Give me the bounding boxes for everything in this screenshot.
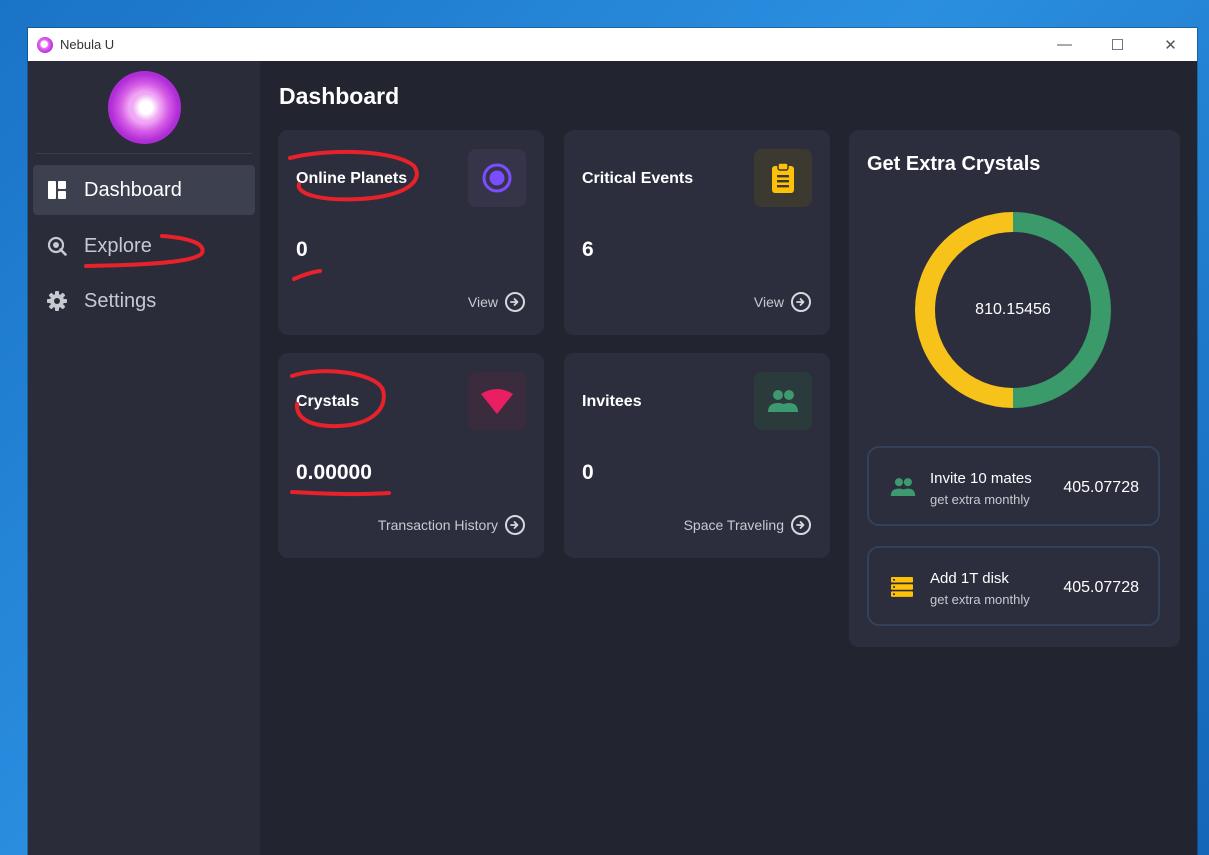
minimize-button[interactable]: — — [1038, 28, 1091, 61]
card-online-planets: Online Planets 0 View — [278, 130, 544, 335]
group-icon — [890, 476, 916, 502]
panel-title: Get Extra Crystals — [867, 153, 1041, 175]
sidebar-item-label: Explore — [84, 234, 152, 257]
link-label: View — [753, 294, 784, 310]
card-critical-events: Critical Events 6 View — [564, 130, 830, 335]
maximize-icon: ☐ — [1110, 36, 1125, 54]
card-value: 6 — [582, 238, 594, 261]
offer-title: Add 1T disk — [930, 570, 1009, 587]
transaction-history-link[interactable]: Transaction History — [378, 515, 525, 535]
card-title: Crystals — [296, 393, 360, 410]
offer-subtitle: get extra monthly — [930, 592, 1030, 607]
close-button[interactable]: ✕ — [1144, 28, 1197, 61]
app-window: Nebula U — ☐ ✕ Dashboard Explore Setting… — [28, 28, 1197, 855]
explore-icon — [47, 236, 67, 256]
sidebar-item-settings[interactable]: Settings — [33, 276, 255, 326]
space-traveling-link[interactable]: Space Traveling — [684, 515, 811, 535]
sidebar-item-dashboard[interactable]: Dashboard — [33, 165, 255, 215]
storage-icon — [890, 576, 916, 602]
view-link[interactable]: View — [754, 292, 811, 312]
card-value: 0 — [582, 461, 594, 484]
card-crystals: Crystals 0.00000 Transaction History — [278, 353, 544, 558]
sidebar-divider — [36, 153, 252, 154]
card-value: 0.00000 — [296, 461, 372, 484]
arrow-right-circle-icon — [505, 515, 525, 535]
arrow-right-circle-icon — [505, 292, 525, 312]
view-link[interactable]: View — [468, 292, 525, 312]
card-value: 0 — [296, 238, 308, 261]
group-icon — [754, 372, 812, 430]
wifi-wedge-icon — [468, 372, 526, 430]
link-label: Space Traveling — [683, 517, 784, 533]
extra-crystals-panel: Get Extra Crystals 810.15456 Invite 10 m… — [849, 130, 1180, 647]
dashboard-icon — [47, 180, 67, 200]
app-logo-icon — [37, 36, 53, 53]
minimize-icon: — — [1057, 36, 1072, 53]
sidebar-item-label: Settings — [84, 289, 157, 312]
arrow-right-circle-icon — [791, 515, 811, 535]
sidebar: Dashboard Explore Settings — [28, 61, 260, 855]
offer-add-disk[interactable]: Add 1T disk get extra monthly 405.07728 — [867, 546, 1160, 626]
sidebar-item-explore[interactable]: Explore — [33, 221, 255, 271]
link-label: View — [467, 294, 498, 310]
clipboard-icon — [754, 149, 812, 207]
offer-value: 405.07728 — [1063, 579, 1139, 596]
window-controls: — ☐ ✕ — [1038, 28, 1197, 61]
target-icon — [468, 149, 526, 207]
nebula-logo — [108, 71, 181, 144]
card-invitees: Invitees 0 Space Traveling — [564, 353, 830, 558]
sidebar-item-label: Dashboard — [84, 178, 182, 201]
offer-title: Invite 10 mates — [930, 470, 1032, 487]
card-title: Invitees — [582, 393, 642, 410]
donut-total: 810.15456 — [975, 301, 1051, 318]
card-title: Online Planets — [296, 170, 408, 187]
link-label: Transaction History — [377, 517, 498, 533]
window-title: Nebula U — [60, 37, 115, 52]
close-icon: ✕ — [1164, 36, 1177, 54]
settings-icon — [47, 291, 67, 311]
title-bar[interactable]: Nebula U — ☐ ✕ — [28, 28, 1197, 61]
arrow-right-circle-icon — [791, 292, 811, 312]
page-title: Dashboard — [279, 83, 400, 109]
main-content: Dashboard Online Planets 0 View Critical… — [260, 61, 1197, 855]
offer-subtitle: get extra monthly — [930, 492, 1030, 507]
card-title: Critical Events — [582, 170, 694, 187]
maximize-button[interactable]: ☐ — [1091, 28, 1144, 61]
offer-invite-mates[interactable]: Invite 10 mates get extra monthly 405.07… — [867, 446, 1160, 526]
offer-value: 405.07728 — [1063, 479, 1139, 496]
